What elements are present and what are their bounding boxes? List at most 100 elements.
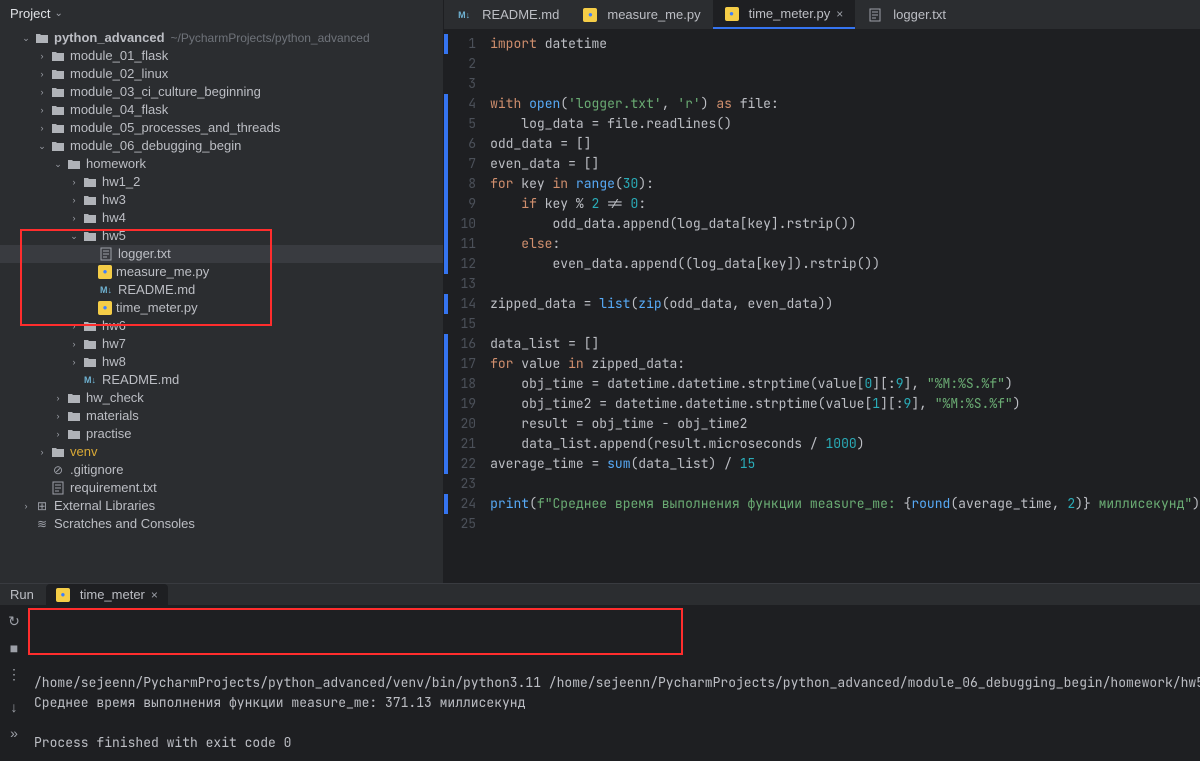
tree-row[interactable]: › module_05_processes_and_threads (0, 119, 443, 137)
twistie-icon[interactable]: › (36, 47, 48, 65)
twistie-icon[interactable]: › (68, 353, 80, 371)
tree-row[interactable]: ›module_02_linux (0, 65, 443, 83)
code-editor[interactable]: 1234567891011121314151617181920212223242… (444, 30, 1200, 583)
close-icon[interactable]: × (151, 588, 158, 602)
tree-row[interactable]: ›hw_check (0, 389, 443, 407)
twistie-icon[interactable]: › (68, 209, 80, 227)
code-line[interactable] (486, 74, 1200, 94)
code-line[interactable] (486, 514, 1200, 534)
tree-label: README.md (102, 371, 179, 389)
code-line[interactable]: log_data = file.readlines() (486, 114, 1200, 134)
twistie-icon[interactable]: ⌄ (68, 227, 80, 245)
tree-row[interactable]: ›hw6 (0, 317, 443, 335)
tree-row[interactable]: M↓README.md (0, 371, 443, 389)
run-tab[interactable]: time_meter × (46, 584, 168, 605)
editor-tab[interactable]: measure_me.py (571, 0, 712, 29)
code-line[interactable]: obj_time = datetime.datetime.strptime(va… (486, 374, 1200, 394)
tree-row[interactable]: M↓README.md (0, 281, 443, 299)
code-line[interactable]: obj_time2 = datetime.datetime.strptime(v… (486, 394, 1200, 414)
tree-row[interactable]: ⌄python_advanced~/PycharmProjects/python… (0, 29, 443, 47)
twistie-icon[interactable]: › (20, 497, 32, 515)
code-line[interactable]: for value in zipped_data: (486, 354, 1200, 374)
twistie-icon[interactable]: ⌄ (36, 137, 48, 155)
run-toolbar: ↻ ■ ⋮ ↓ » (0, 605, 28, 761)
code-line[interactable]: with open('logger.txt', 'r') as file: (486, 94, 1200, 114)
code-line[interactable]: odd_data = [] (486, 134, 1200, 154)
line-number: 17 (444, 354, 476, 374)
tree-row[interactable]: ›hw7 (0, 335, 443, 353)
stop-icon[interactable]: ■ (10, 640, 18, 656)
code-line[interactable]: import datetime (486, 34, 1200, 54)
tree-row[interactable]: ›hw8 (0, 353, 443, 371)
project-header[interactable]: Project ⌄ (0, 0, 443, 27)
more-icon[interactable]: ⋮ (7, 666, 21, 683)
folder-icon (50, 102, 66, 118)
folder-icon (50, 120, 66, 136)
twistie-icon[interactable]: ⌄ (52, 155, 64, 173)
tree-row[interactable]: time_meter.py (0, 299, 443, 317)
code-line[interactable]: if key % 2 != 0: (486, 194, 1200, 214)
twistie-icon[interactable]: › (52, 389, 64, 407)
tree-row[interactable]: ›venv (0, 443, 443, 461)
tree-row[interactable]: ⌄module_06_debugging_begin (0, 137, 443, 155)
tree-row[interactable]: logger.txt (0, 245, 443, 263)
code-line[interactable]: data_list.append(result.microseconds / 1… (486, 434, 1200, 454)
twistie-icon[interactable]: › (36, 101, 48, 119)
twistie-icon[interactable]: › (68, 335, 80, 353)
close-icon[interactable]: × (836, 7, 843, 21)
twistie-icon[interactable]: ⌄ (20, 29, 32, 47)
tree-row[interactable]: ›⊞External Libraries (0, 497, 443, 515)
code-line[interactable] (486, 54, 1200, 74)
down-icon[interactable]: ↓ (11, 699, 18, 715)
tree-row[interactable]: ›practise (0, 425, 443, 443)
run-output[interactable]: /home/sejeenn/PycharmProjects/python_adv… (28, 605, 1200, 761)
code-line[interactable]: zipped_data = list(zip(odd_data, even_da… (486, 294, 1200, 314)
tree-row[interactable]: requirement.txt (0, 479, 443, 497)
tree-row[interactable]: ›hw1_2 (0, 173, 443, 191)
tree-row[interactable]: ›module_03_ci_culture_beginning (0, 83, 443, 101)
tree-row[interactable]: ›hw3 (0, 191, 443, 209)
tree-row[interactable]: ›module_01_flask (0, 47, 443, 65)
code-line[interactable] (486, 274, 1200, 294)
twistie-icon[interactable]: › (68, 317, 80, 335)
code-line[interactable]: result = obj_time - obj_time2 (486, 414, 1200, 434)
tree-row[interactable]: ›module_04_flask (0, 101, 443, 119)
code-line[interactable]: even_data.append((log_data[key]).rstrip(… (486, 254, 1200, 274)
line-number: 4 (444, 94, 476, 114)
twistie-icon[interactable]: › (68, 191, 80, 209)
tree-row[interactable]: ›materials (0, 407, 443, 425)
expand-icon[interactable]: » (10, 725, 18, 741)
code-line[interactable]: odd_data.append(log_data[key].rstrip()) (486, 214, 1200, 234)
twistie-icon[interactable]: › (36, 65, 48, 83)
code-line[interactable] (486, 474, 1200, 494)
twistie-icon[interactable]: › (36, 119, 48, 137)
tree-row[interactable]: measure_me.py (0, 263, 443, 281)
twistie-icon[interactable]: › (36, 443, 48, 461)
tree-label: module_05_processes_and_threads (70, 119, 280, 137)
tree-row[interactable]: ⌄hw5 (0, 227, 443, 245)
project-tree[interactable]: ⌄python_advanced~/PycharmProjects/python… (0, 27, 443, 583)
code-area[interactable]: import datetime with open('logger.txt', '… (486, 30, 1200, 583)
editor-tab[interactable]: time_meter.py × (713, 0, 856, 29)
code-line[interactable]: for key in range(30): (486, 174, 1200, 194)
editor-tab[interactable]: logger.txt (855, 0, 958, 29)
rerun-icon[interactable]: ↻ (8, 613, 20, 630)
tab-label: time_meter.py (749, 6, 831, 21)
code-line[interactable] (486, 314, 1200, 334)
editor-tab[interactable]: M↓README.md (444, 0, 571, 29)
twistie-icon[interactable]: › (68, 173, 80, 191)
twistie-icon[interactable]: › (52, 407, 64, 425)
code-line[interactable]: data_list = [] (486, 334, 1200, 354)
tree-row[interactable]: ≋Scratches and Consoles (0, 515, 443, 533)
code-line[interactable]: average_time = sum(data_list) / 15 (486, 454, 1200, 474)
line-number: 16 (444, 334, 476, 354)
tree-row[interactable]: ›hw4 (0, 209, 443, 227)
code-line[interactable]: else: (486, 234, 1200, 254)
twistie-icon[interactable]: › (36, 83, 48, 101)
tree-row[interactable]: ⌄homework (0, 155, 443, 173)
code-line[interactable]: even_data = [] (486, 154, 1200, 174)
twistie-icon[interactable]: › (52, 425, 64, 443)
tree-row[interactable]: ⊘.gitignore (0, 461, 443, 479)
tree-label: README.md (118, 281, 195, 299)
code-line[interactable]: print(f"Среднее время выполнения функции… (486, 494, 1200, 514)
